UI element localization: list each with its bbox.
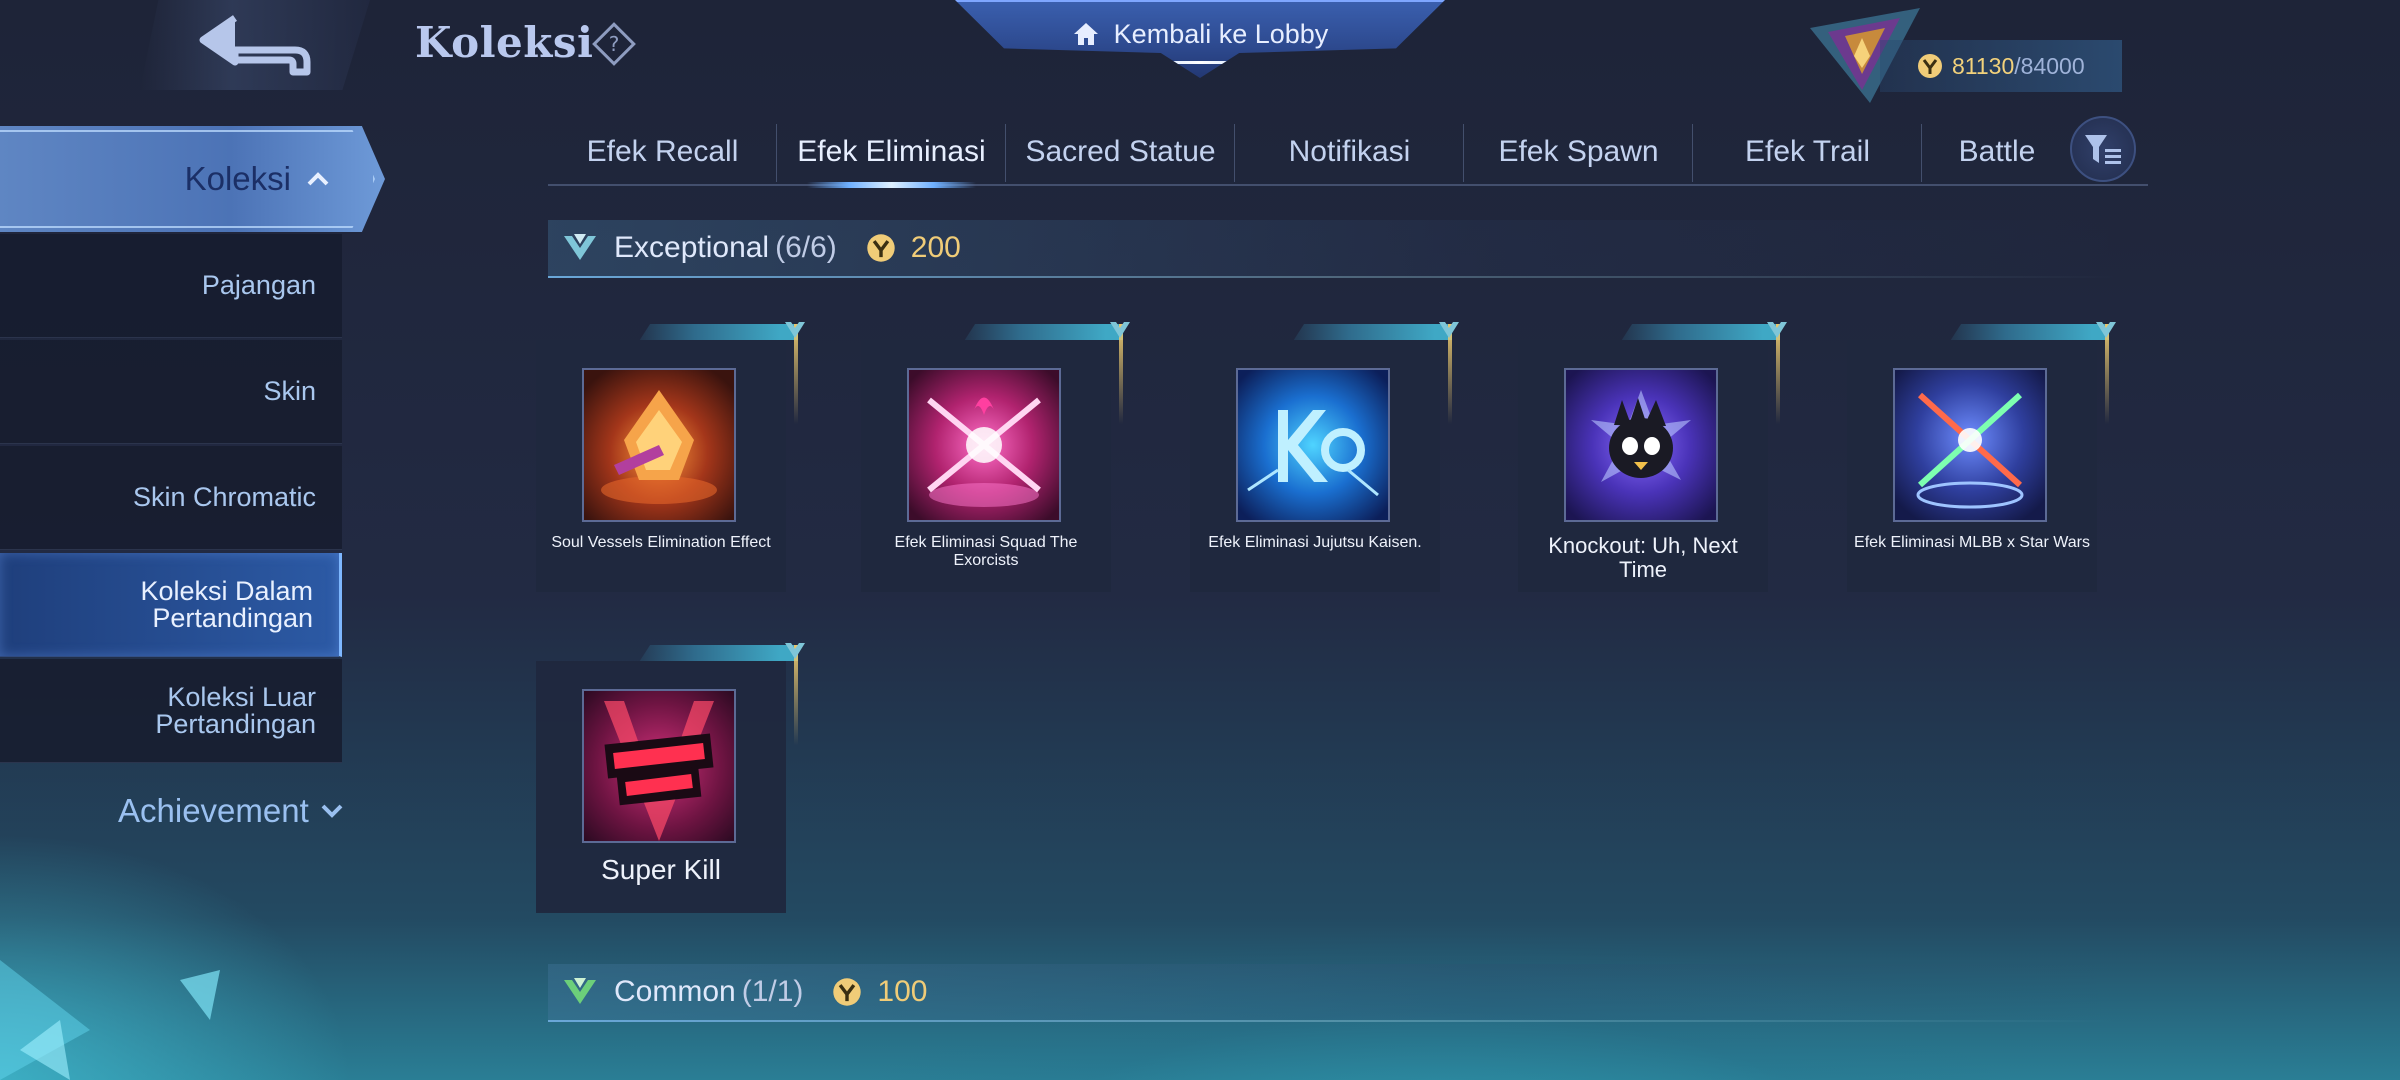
sidebar-item-label: Koleksi	[184, 160, 291, 197]
chevron-down-icon	[321, 804, 343, 818]
tab-label: Efek Eliminasi	[797, 135, 986, 168]
tab-efek-eliminasi[interactable]: Efek Eliminasi	[777, 120, 1006, 188]
super-kill-effect-image	[582, 689, 736, 843]
sidebar-item-label: Koleksi Dalam Pertandingan	[140, 575, 313, 633]
sidebar-item-label: Skin	[263, 376, 316, 406]
collection-item-name: Super Kill	[601, 854, 721, 885]
rarity-gem-icon	[2096, 322, 2116, 338]
tab-bar: Efek Recall Efek Eliminasi Sacred Statue…	[548, 120, 2148, 188]
rarity-gem-icon	[1439, 322, 1459, 338]
coin-icon	[1918, 54, 1942, 78]
sidebar-item-achievement[interactable]: Achievement	[118, 792, 343, 830]
lobby-label: Kembali ke Lobby	[1113, 18, 1329, 49]
points-current: 81130	[1952, 52, 2015, 79]
star-wars-effect-image	[1893, 368, 2047, 522]
sidebar-item-skin[interactable]: Skin	[0, 340, 342, 444]
filter-button[interactable]	[2070, 116, 2136, 182]
rarity-gem-icon	[1110, 322, 1130, 338]
home-icon	[1073, 23, 1098, 45]
sidebar-item-pajangan[interactable]: Pajangan	[0, 234, 342, 338]
squad-exorcists-effect-image	[907, 368, 1061, 522]
knockout-effect-image	[1564, 368, 1718, 522]
chevron-up-icon	[307, 172, 329, 186]
collection-card[interactable]: Efek Eliminasi Squad The Exorcists	[861, 322, 1130, 592]
coin-icon	[867, 234, 895, 262]
collection-card[interactable]: Super Kill	[536, 643, 805, 913]
back-to-lobby-button[interactable]: Kembali ke Lobby	[955, 0, 1445, 78]
sidebar-item-label: Achievement	[118, 792, 309, 829]
section-header-common: Common (1/1) 100	[548, 964, 2118, 1022]
sidebar-item-koleksi[interactable]: Koleksi	[0, 126, 385, 232]
sidebar-item-koleksi-dalam-pertandingan[interactable]: Koleksi Dalam Pertandingan	[0, 553, 342, 657]
section-title: Common	[614, 975, 736, 1008]
tab-label: Sacred Statue	[1025, 135, 1216, 168]
tab-label: Notifikasi	[1288, 135, 1411, 168]
rarity-gem-icon	[1767, 322, 1787, 338]
crystal-decoration	[0, 960, 220, 1080]
filter-icon	[2085, 135, 2121, 164]
section-header-exceptional: Exceptional (6/6) 200	[548, 220, 2118, 278]
section-title: Exceptional	[614, 231, 770, 264]
collection-item-name: Efek Eliminasi Squad The Exorcists	[894, 534, 1078, 569]
points-max: /84000	[2014, 52, 2085, 79]
section-count: (6/6)	[775, 231, 837, 264]
help-icon[interactable]: ?	[592, 22, 636, 66]
coin-icon	[833, 978, 862, 1006]
sidebar-item-label: Pajangan	[201, 270, 316, 300]
page-title: Koleksi	[415, 18, 594, 67]
sidebar-item-koleksi-luar-pertandingan[interactable]: Koleksi Luar Pertandingan	[0, 659, 342, 763]
sidebar-item-label: Koleksi Luar Pertandingan	[155, 681, 316, 739]
tab-notifikasi[interactable]: Notifikasi	[1235, 120, 1464, 184]
tab-sacred-statue[interactable]: Sacred Statue	[1006, 120, 1235, 184]
tab-label: Efek Recall	[586, 135, 739, 168]
rarity-icon	[564, 978, 596, 1004]
points-display: 81130/84000	[1880, 40, 2122, 92]
collection-card[interactable]: Soul Vessels Elimination Effect	[536, 322, 805, 592]
tab-efek-spawn[interactable]: Efek Spawn	[1464, 120, 1693, 184]
section-count: (1/1)	[741, 975, 804, 1008]
rarity-gem-icon	[785, 643, 805, 659]
section-cost: 200	[910, 231, 961, 264]
svg-text:?: ?	[609, 32, 620, 56]
rarity-gem-icon	[785, 322, 805, 338]
collection-card[interactable]: Efek Eliminasi MLBB x Star Wars	[1847, 322, 2116, 592]
back-arrow-icon	[199, 15, 311, 76]
collection-item-name: Efek Eliminasi Jujutsu Kaisen.	[1208, 534, 1422, 551]
tab-label: Efek Spawn	[1498, 135, 1659, 168]
tab-efek-trail[interactable]: Efek Trail	[1693, 120, 1922, 184]
collection-card[interactable]: Knockout: Uh, Next Time	[1518, 322, 1787, 592]
tab-efek-recall[interactable]: Efek Recall	[548, 120, 777, 184]
sidebar-item-label: Skin Chromatic	[132, 482, 316, 512]
tab-label: Battle	[1958, 135, 2036, 168]
collection-card[interactable]: Efek Eliminasi Jujutsu Kaisen.	[1190, 322, 1459, 592]
tab-battle[interactable]: Battle	[1922, 120, 2072, 184]
section-cost: 100	[877, 975, 928, 1008]
rarity-icon	[564, 234, 596, 260]
tab-label: Efek Trail	[1744, 135, 1871, 168]
back-button[interactable]	[140, 0, 370, 90]
collection-item-name: Knockout: Uh, Next Time	[1548, 533, 1738, 583]
collection-item-name: Efek Eliminasi MLBB x Star Wars	[1854, 534, 2090, 551]
jujutsu-kaisen-effect-image	[1236, 368, 1390, 522]
collection-item-name: Soul Vessels Elimination Effect	[551, 534, 771, 551]
sidebar-item-skin-chromatic[interactable]: Skin Chromatic	[0, 446, 342, 550]
soul-vessels-effect-image	[582, 368, 736, 522]
